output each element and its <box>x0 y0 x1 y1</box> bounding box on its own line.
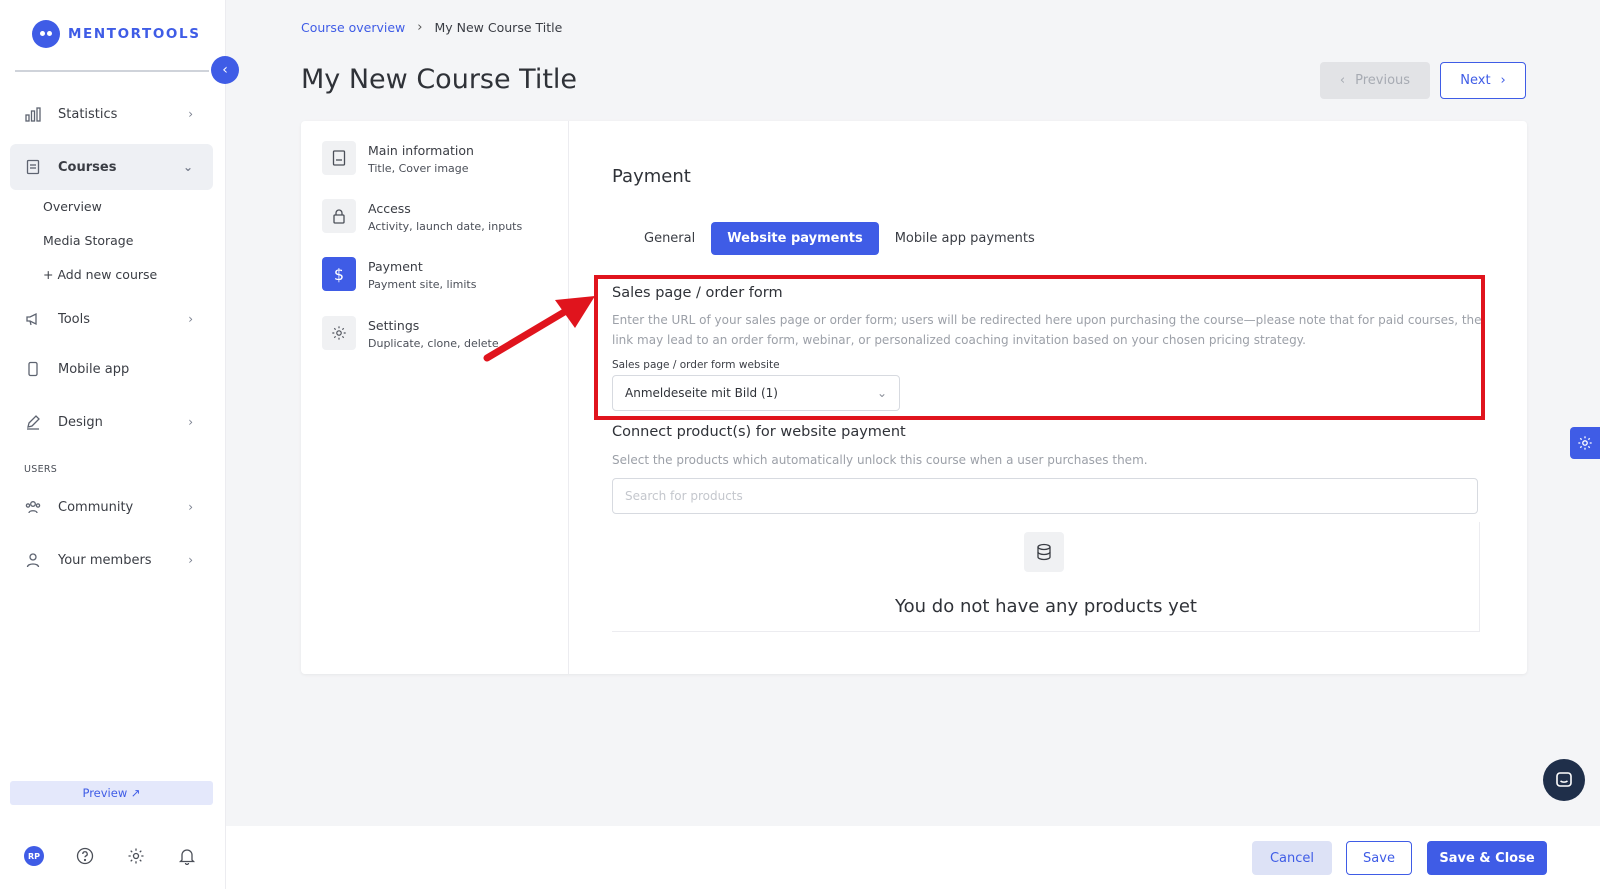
gear-icon[interactable] <box>126 846 146 866</box>
breadcrumb: Course overview › My New Course Title <box>301 20 562 35</box>
sidebar-item-design[interactable]: Design › <box>10 399 213 445</box>
breadcrumb-link[interactable]: Course overview <box>301 20 405 35</box>
products-search-input[interactable]: Search for products <box>612 478 1478 514</box>
avatar[interactable]: RP <box>24 846 44 866</box>
steps-panel: Main information Title, Cover image Acce… <box>301 121 569 674</box>
sidebar-subitem-media-storage[interactable]: Media Storage <box>43 233 133 248</box>
step-subtitle: Duplicate, clone, delete <box>368 337 499 350</box>
gear-icon <box>322 316 356 350</box>
highlight-box <box>594 275 1485 420</box>
help-icon[interactable] <box>75 846 95 866</box>
dollar-icon: $ <box>322 257 356 291</box>
sidebar-item-community[interactable]: Community › <box>10 484 213 530</box>
phone-icon <box>24 360 42 378</box>
document-icon <box>322 141 356 175</box>
sidebar-item-statistics[interactable]: Statistics › <box>10 91 213 137</box>
chat-launcher-button[interactable] <box>1543 759 1585 801</box>
save-button[interactable]: Save <box>1346 841 1412 875</box>
logo-icon <box>32 20 60 48</box>
empty-state-text: You do not have any products yet <box>895 596 1197 617</box>
sidebar-item-courses[interactable]: Courses ⌄ <box>10 144 213 190</box>
chevron-right-icon: › <box>188 415 193 429</box>
step-subtitle: Payment site, limits <box>368 278 477 291</box>
step-payment[interactable]: $ Payment Payment site, limits <box>322 257 476 291</box>
gear-icon <box>1578 436 1592 450</box>
sidebar-item-tools[interactable]: Tools › <box>10 296 213 342</box>
tab-website-payments[interactable]: Website payments <box>711 222 879 255</box>
next-button[interactable]: Next › <box>1440 62 1526 99</box>
step-subtitle: Title, Cover image <box>368 162 469 175</box>
step-title: Payment <box>368 259 423 274</box>
sidebar-item-label: Tools <box>58 311 91 327</box>
payment-tabs: General Website payments Mobile app paym… <box>628 222 1051 255</box>
database-icon <box>1024 532 1064 572</box>
step-title: Settings <box>368 318 420 333</box>
chevron-right-icon: › <box>188 500 193 514</box>
chevron-left-icon: ‹ <box>1339 73 1346 88</box>
sidebar-subitem-add-course[interactable]: + Add new course <box>43 267 157 282</box>
chevron-right-icon: › <box>417 20 423 35</box>
tab-mobile-app-payments[interactable]: Mobile app payments <box>879 222 1051 255</box>
sidebar-item-mobile-app[interactable]: Mobile app <box>10 346 213 392</box>
collapse-sidebar-button[interactable]: ‹ <box>211 56 239 84</box>
page-title: My New Course Title <box>301 64 578 95</box>
floating-settings-button[interactable] <box>1570 427 1600 459</box>
user-icon <box>24 551 42 569</box>
step-settings[interactable]: Settings Duplicate, clone, delete <box>322 316 499 350</box>
step-title: Access <box>368 201 411 216</box>
brand-name: MENTORTOOLS <box>68 26 201 42</box>
sidebar: MENTORTOOLS Statistics › Courses ⌄ Overv… <box>0 0 226 889</box>
chevron-right-icon: › <box>1500 73 1506 88</box>
products-heading: Connect product(s) for website payment <box>612 424 906 440</box>
next-label: Next <box>1460 73 1491 88</box>
megaphone-icon <box>24 310 42 328</box>
pencil-icon <box>24 413 42 431</box>
preview-button[interactable]: Preview ↗ <box>10 781 213 805</box>
save-and-close-button[interactable]: Save & Close <box>1427 841 1547 875</box>
tab-general[interactable]: General <box>628 222 711 255</box>
step-title: Main information <box>368 143 474 158</box>
step-main-information[interactable]: Main information Title, Cover image <box>322 141 474 175</box>
breadcrumb-current: My New Course Title <box>434 20 563 35</box>
red-arrow-annotation <box>483 296 595 362</box>
bell-icon[interactable] <box>177 846 197 866</box>
people-icon <box>24 498 42 516</box>
cancel-button[interactable]: Cancel <box>1252 841 1332 875</box>
chevron-right-icon: › <box>188 107 193 121</box>
sidebar-item-label: Your members <box>58 552 152 568</box>
brand-logo[interactable]: MENTORTOOLS <box>32 20 201 48</box>
sidebar-item-label: Mobile app <box>58 361 130 377</box>
chevron-left-icon: ‹ <box>222 62 228 78</box>
sidebar-item-label: Courses <box>58 159 117 175</box>
step-subtitle: Activity, launch date, inputs <box>368 220 523 233</box>
bar-chart-icon <box>24 105 42 123</box>
lock-icon <box>322 199 356 233</box>
section-title: Payment <box>612 166 691 187</box>
previous-button[interactable]: ‹ Previous <box>1320 62 1430 99</box>
sidebar-item-label: Design <box>58 414 103 430</box>
previous-label: Previous <box>1355 73 1411 88</box>
divider <box>15 70 209 72</box>
sidebar-item-your-members[interactable]: Your members › <box>10 537 213 583</box>
sidebar-item-label: Community <box>58 499 134 515</box>
chevron-down-icon: ⌄ <box>182 160 193 174</box>
sidebar-item-label: Statistics <box>58 106 118 122</box>
sidebar-footer: RP <box>24 846 197 866</box>
section-label-users: USERS <box>24 464 58 475</box>
chevron-right-icon: › <box>188 312 193 326</box>
chat-icon <box>1556 772 1572 787</box>
sidebar-subitem-overview[interactable]: Overview <box>43 199 102 214</box>
step-access[interactable]: Access Activity, launch date, inputs <box>322 199 522 233</box>
products-description: Select the products which automatically … <box>612 453 1148 467</box>
chevron-right-icon: › <box>188 553 193 567</box>
book-icon <box>24 158 42 176</box>
